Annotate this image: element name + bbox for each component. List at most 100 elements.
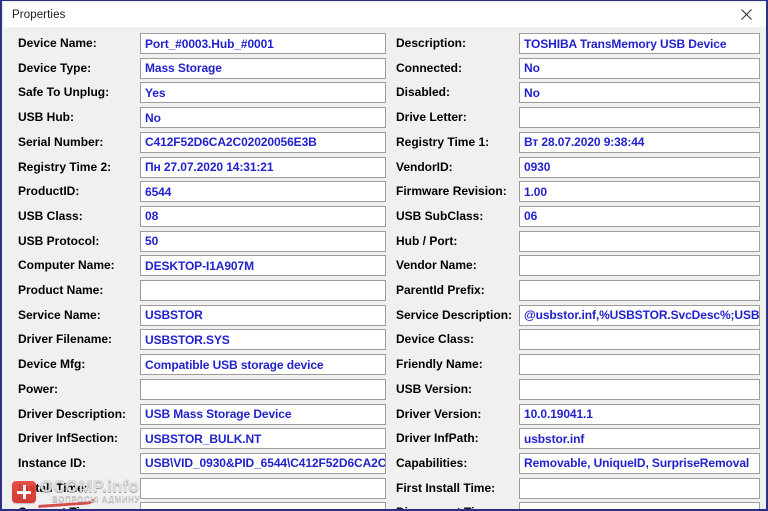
property-field-power[interactable] [140,379,386,400]
property-field-computer-name[interactable]: DESKTOP-I1A907M [140,255,386,276]
property-row-driver-version: Driver Version: 10.0.19041.1 [388,404,768,426]
property-label-driver-infsection: Driver InfSection: [18,431,118,445]
property-field-service-description[interactable]: @usbstor.inf,%USBSTOR.SvcDesc%;USB Mass … [519,305,760,326]
property-field-product-name[interactable] [140,280,386,301]
property-label-power: Power: [18,382,58,396]
property-field-device-name[interactable]: Port_#0003.Hub_#0001 [140,33,386,54]
page-title: Properties [12,9,65,21]
property-value-connected: No [520,61,540,75]
property-value-safe-to-unplug: Yes [141,86,165,100]
property-row-connect-time: Connect Time: [4,502,388,511]
property-value-device-name: Port_#0003.Hub_#0001 [141,37,274,51]
property-row-drive-letter: Drive Letter: [388,107,768,129]
property-value-registry-time-1: Вт 28.07.2020 9:38:44 [520,135,644,149]
property-row-vendorid: VendorID: 0930 [388,157,768,179]
property-row-service-name: Service Name:USBSTOR [4,305,388,327]
property-label-hub-port: Hub / Port: [396,234,457,248]
property-field-driver-infsection[interactable]: USBSTOR_BULK.NT [140,428,386,449]
property-field-service-name[interactable]: USBSTOR [140,305,386,326]
property-field-firmware-revision[interactable]: 1.00 [519,181,760,202]
property-row-safe-to-unplug: Safe To Unplug:Yes [4,82,388,104]
title-bar: Properties [4,2,768,27]
property-row-serial-number: Serial Number:C412F52D6CA2C02020056E3B [4,132,388,154]
property-row-power: Power: [4,379,388,401]
property-label-computer-name: Computer Name: [18,258,115,272]
property-label-registry-time-2: Registry Time 2: [18,160,111,174]
property-value-productid: 6544 [141,185,171,199]
property-row-registry-time-1: Registry Time 1:Вт 28.07.2020 9:38:44 [388,132,768,154]
property-value-device-mfg: Compatible USB storage device [141,358,323,372]
property-field-device-mfg[interactable]: Compatible USB storage device [140,354,386,375]
property-field-connected[interactable]: No [519,58,760,79]
property-row-device-class: Device Class: [388,329,768,351]
property-row-firmware-revision: Firmware Revision: 1.00 [388,181,768,203]
property-value-driver-infsection: USBSTOR_BULK.NT [141,432,261,446]
property-field-device-class[interactable] [519,329,760,350]
property-row-driver-infsection: Driver InfSection: USBSTOR_BULK.NT [4,428,388,450]
close-icon[interactable] [724,2,768,27]
property-field-usb-protocol[interactable]: 50 [140,231,386,252]
property-row-first-install-time: First Install Time: [388,478,768,500]
property-label-first-install-time: First Install Time: [396,481,495,495]
property-field-instance-id[interactable]: USB\VID_0930&PID_6544\C412F52D6CA2C02020… [140,453,386,474]
property-field-drive-letter[interactable] [519,107,760,128]
property-value-capabilities: Removable, UniqueID, SurpriseRemoval [520,456,749,470]
property-field-driver-filename[interactable]: USBSTOR.SYS [140,329,386,350]
property-row-driver-description: Driver Description: USB Mass Storage Devi… [4,404,388,426]
property-field-productid[interactable]: 6544 [140,181,386,202]
property-label-driver-description: Driver Description: [18,407,126,421]
property-field-registry-time-2[interactable]: Пн 27.07.2020 14:31:21 [140,157,386,178]
property-value-driver-filename: USBSTOR.SYS [141,333,230,347]
property-row-device-type: Device Type: Mass Storage [4,58,388,80]
property-field-usb-subclass[interactable]: 06 [519,206,760,227]
property-value-disabled: No [520,86,540,100]
property-label-disconnect-time: Disconnect Time: [396,505,496,511]
property-field-serial-number[interactable]: C412F52D6CA2C02020056E3B [140,132,386,153]
property-row-disconnect-time: Disconnect Time: [388,502,768,511]
property-label-vendorid: VendorID: [396,160,453,174]
property-label-usb-version: USB Version: [396,382,472,396]
properties-dialog: Properties Device Name: Port_#0003.Hub_#0… [0,0,768,511]
property-value-registry-time-2: Пн 27.07.2020 14:31:21 [141,160,273,174]
property-field-registry-time-1[interactable]: Вт 28.07.2020 9:38:44 [519,132,760,153]
property-field-hub-port[interactable] [519,231,760,252]
property-row-device-mfg: Device Mfg: Compatible USB storage device [4,354,388,376]
property-label-device-type: Device Type: [18,61,91,75]
property-field-friendly-name[interactable] [519,354,760,375]
property-field-driver-infpath[interactable]: usbstor.inf [519,428,760,449]
property-field-driver-version[interactable]: 10.0.19041.1 [519,404,760,425]
property-field-usb-hub[interactable]: No [140,107,386,128]
property-field-disconnect-time[interactable] [519,502,760,511]
property-field-parentid-prefix[interactable] [519,280,760,301]
property-field-driver-description[interactable]: USB Mass Storage Device [140,404,386,425]
property-label-productid: ProductID: [18,184,79,198]
property-field-device-type[interactable]: Mass Storage [140,58,386,79]
property-label-driver-version: Driver Version: [396,407,481,421]
property-field-safe-to-unplug[interactable]: Yes [140,82,386,103]
property-value-computer-name: DESKTOP-I1A907M [141,259,254,273]
property-field-vendor-name[interactable] [519,255,760,276]
property-value-usb-protocol: 50 [141,234,158,248]
property-field-disabled[interactable]: No [519,82,760,103]
property-label-usb-class: USB Class: [18,209,83,223]
property-field-install-time[interactable] [140,478,386,499]
property-field-connect-time[interactable] [140,502,386,511]
property-label-driver-filename: Driver Filename: [18,332,112,346]
property-label-vendor-name: Vendor Name: [396,258,477,272]
property-row-usb-class: USB Class: 08 [4,206,388,228]
property-label-usb-subclass: USB SubClass: [396,209,483,223]
property-label-driver-infpath: Driver InfPath: [396,431,479,445]
property-row-computer-name: Computer Name: DESKTOP-I1A907M [4,255,388,277]
property-field-description[interactable]: TOSHIBA TransMemory USB Device [519,33,760,54]
property-field-usb-class[interactable]: 08 [140,206,386,227]
property-label-device-name: Device Name: [18,36,97,50]
property-field-vendorid[interactable]: 0930 [519,157,760,178]
property-label-firmware-revision: Firmware Revision: [396,184,507,198]
property-field-first-install-time[interactable] [519,478,760,499]
property-row-hub-port: Hub / Port: [388,231,768,253]
property-row-description: Description:TOSHIBA TransMemory USB Devi… [388,33,768,55]
property-field-usb-version[interactable] [519,379,760,400]
property-label-device-mfg: Device Mfg: [18,357,85,371]
property-field-capabilities[interactable]: Removable, UniqueID, SurpriseRemoval [519,453,760,474]
property-label-service-description: Service Description: [396,308,512,322]
